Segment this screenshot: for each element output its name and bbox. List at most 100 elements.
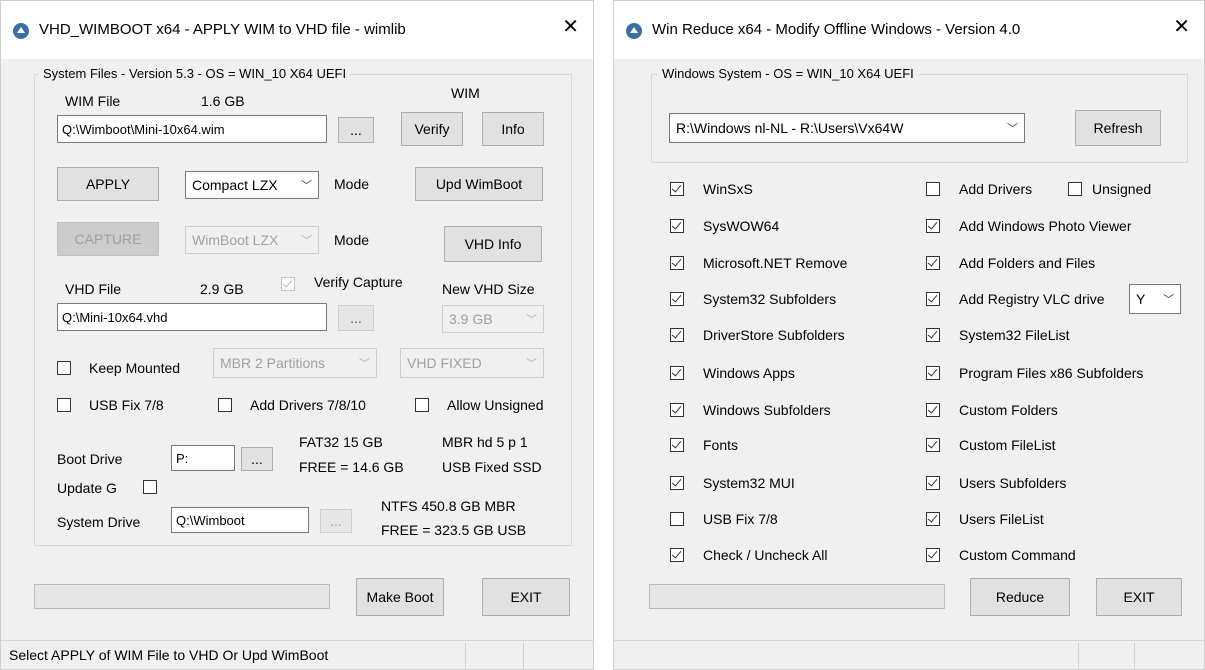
unsigned-checkbox[interactable] [1068, 182, 1082, 196]
refresh-button[interactable]: Refresh [1075, 110, 1161, 146]
windows-subfolders-checkbox[interactable] [670, 403, 684, 417]
system32-subfolders-checkbox[interactable] [670, 292, 684, 306]
windows-subfolders-label: Windows Subfolders [703, 402, 831, 418]
window-title: VHD_WIMBOOT x64 - APPLY WIM to VHD file … [39, 21, 406, 38]
chevron-down-icon: ﹀ [526, 314, 537, 326]
syswow64-checkbox[interactable] [670, 219, 684, 233]
close-icon[interactable]: ✕ [562, 17, 579, 37]
system-drive-browse-button[interactable]: ... [320, 509, 352, 533]
app-icon [626, 23, 642, 39]
title-bar: VHD_WIMBOOT x64 - APPLY WIM to VHD file … [1, 1, 593, 59]
chevron-down-icon: ﹀ [301, 235, 312, 247]
add-registry-checkbox[interactable] [926, 292, 940, 306]
verify-capture-checkbox[interactable] [281, 277, 295, 291]
boot-free-info: FREE = 14.6 GB [299, 459, 404, 475]
users-subfolders-checkbox[interactable] [926, 476, 940, 490]
add-drivers-label: Add Drivers [959, 181, 1033, 197]
vhd-type-value: VHD FIXED [407, 355, 482, 371]
verify-capture-label: Verify Capture [314, 274, 403, 290]
status-separator [1134, 643, 1135, 669]
exit-button[interactable]: EXIT [482, 578, 570, 616]
capture-mode-select[interactable]: WimBoot LZX ﹀ [185, 226, 319, 254]
new-vhd-size-value: 3.9 GB [449, 311, 493, 327]
system32-mui-label: System32 MUI [703, 475, 795, 491]
wim-path-field[interactable]: Q:\Wimboot\Mini-10x64.wim [57, 115, 327, 143]
status-bar [614, 640, 1204, 669]
reduce-button[interactable]: Reduce [970, 578, 1070, 616]
add-drivers-checkbox[interactable] [926, 182, 940, 196]
status-separator [465, 643, 466, 669]
title-bar: Win Reduce x64 - Modify Offline Windows … [614, 1, 1204, 59]
capture-mode-value: WimBoot LZX [192, 232, 279, 248]
vhd-size: 2.9 GB [200, 281, 244, 297]
upd-wimboot-button[interactable]: Upd WimBoot [415, 167, 543, 201]
system-drive-field[interactable]: Q:\Wimboot [171, 507, 309, 533]
mode-label-2: Mode [334, 232, 370, 248]
usb-fix-label: USB Fix 7/8 [703, 511, 778, 527]
dotnet-remove-checkbox[interactable] [670, 256, 684, 270]
driverstore-subfolders-checkbox[interactable] [670, 328, 684, 342]
chevron-down-icon: ﹀ [526, 358, 537, 370]
apply-mode-value: Compact LZX [192, 177, 278, 193]
driverstore-subfolders-label: DriverStore Subfolders [703, 327, 845, 343]
chevron-down-icon: ﹀ [1007, 123, 1018, 135]
allow-unsigned-checkbox[interactable] [415, 398, 429, 412]
system32-filelist-label: System32 FileList [959, 327, 1070, 343]
program-files-x86-checkbox[interactable] [926, 366, 940, 380]
update-g-checkbox[interactable] [143, 480, 157, 494]
wim-heading: WIM [451, 85, 480, 101]
keep-mounted-checkbox[interactable] [57, 361, 71, 375]
wim-browse-button[interactable]: ... [338, 117, 374, 143]
add-folders-files-checkbox[interactable] [926, 256, 940, 270]
capture-button[interactable]: CAPTURE [57, 222, 159, 256]
add-drivers-checkbox[interactable] [218, 398, 232, 412]
vhd-info-button[interactable]: VHD Info [444, 226, 542, 262]
windows-system-select[interactable]: R:\Windows nl-NL - R:\Users\Vx64W ﹀ [669, 113, 1025, 143]
vhd-path-field[interactable]: Q:\Mini-10x64.vhd [57, 303, 327, 331]
apply-mode-select[interactable]: Compact LZX ﹀ [185, 171, 319, 199]
keep-mounted-label: Keep Mounted [89, 360, 181, 376]
add-photo-viewer-checkbox[interactable] [926, 219, 940, 233]
usb-fix-checkbox[interactable] [670, 512, 684, 526]
chevron-down-icon: ﹀ [301, 180, 312, 192]
custom-folders-checkbox[interactable] [926, 403, 940, 417]
close-icon[interactable]: ✕ [1173, 17, 1190, 37]
usb-fix-checkbox[interactable] [57, 398, 71, 412]
program-files-x86-label: Program Files x86 Subfolders [959, 365, 1144, 381]
group-legend: Windows System - OS = WIN_10 X64 UEFI [658, 66, 918, 81]
winsxs-checkbox[interactable] [670, 182, 684, 196]
mode-label: Mode [334, 176, 370, 192]
check-uncheck-all-label: Check / Uncheck All [703, 547, 828, 563]
add-drivers-label: Add Drivers 7/8/10 [250, 397, 366, 413]
status-bar: Select APPLY of WIM File to VHD Or Upd W… [1, 640, 593, 669]
update-g-label: Update G [57, 480, 117, 496]
vhd-browse-button[interactable]: ... [338, 305, 374, 331]
system32-filelist-checkbox[interactable] [926, 328, 940, 342]
boot-type-info: USB Fixed SSD [442, 459, 542, 475]
make-boot-button[interactable]: Make Boot [356, 578, 444, 616]
group-legend: System Files - Version 5.3 - OS = WIN_10… [39, 66, 351, 81]
system-fs-info: NTFS 450.8 GB MBR [381, 498, 516, 514]
verify-button[interactable]: Verify [401, 112, 463, 146]
new-vhd-size-select[interactable]: 3.9 GB ﹀ [442, 305, 544, 333]
windows-apps-checkbox[interactable] [670, 366, 684, 380]
windows-apps-label: Windows Apps [703, 365, 795, 381]
system32-mui-checkbox[interactable] [670, 476, 684, 490]
users-filelist-checkbox[interactable] [926, 512, 940, 526]
vhd-type-select[interactable]: VHD FIXED ﹀ [400, 348, 544, 378]
progress-bar [649, 584, 945, 609]
vlc-drive-select[interactable]: Y ﹀ [1129, 284, 1181, 314]
system-free-info: FREE = 323.5 GB USB [381, 522, 527, 538]
apply-button[interactable]: APPLY [57, 167, 159, 201]
windows-system-value: R:\Windows nl-NL - R:\Users\Vx64W [676, 120, 904, 136]
custom-filelist-checkbox[interactable] [926, 438, 940, 452]
custom-command-checkbox[interactable] [926, 548, 940, 562]
exit-button[interactable]: EXIT [1096, 578, 1182, 616]
info-button[interactable]: Info [482, 112, 544, 146]
fonts-checkbox[interactable] [670, 438, 684, 452]
check-uncheck-all-checkbox[interactable] [670, 548, 684, 562]
boot-drive-browse-button[interactable]: ... [241, 447, 273, 471]
partitions-select[interactable]: MBR 2 Partitions ﹀ [213, 348, 377, 378]
boot-drive-field[interactable]: P: [171, 445, 235, 471]
fonts-label: Fonts [703, 437, 739, 453]
